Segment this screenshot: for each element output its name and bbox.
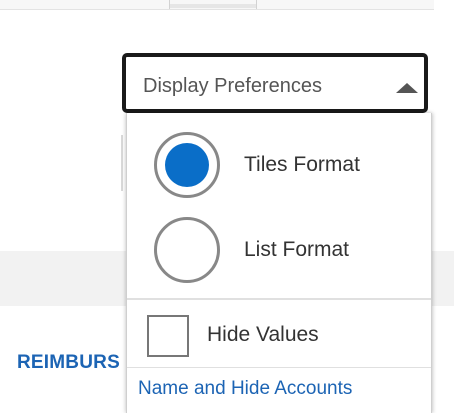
section-heading-reimbursements[interactable]: REIMBURS xyxy=(17,352,129,374)
background-divider xyxy=(121,135,123,191)
list-format-label: List Format xyxy=(244,238,350,261)
display-preferences-button[interactable]: Display Preferences xyxy=(122,53,428,113)
menu-divider xyxy=(127,298,431,300)
display-preferences-menu: Tiles Format List Format Hide Values Nam… xyxy=(126,113,432,413)
list-format-option[interactable]: List Format xyxy=(127,209,431,289)
hide-values-label: Hide Values xyxy=(207,323,319,346)
name-and-hide-accounts-link[interactable]: Name and Hide Accounts xyxy=(138,378,352,400)
display-preferences-label: Display Preferences xyxy=(143,75,322,97)
menu-divider-bottom xyxy=(127,367,431,368)
list-format-radio[interactable] xyxy=(154,217,220,283)
top-scroll-indicator xyxy=(170,4,256,8)
radio-selected-dot xyxy=(165,143,209,187)
top-divider-right xyxy=(256,0,257,9)
hide-values-option[interactable]: Hide Values xyxy=(127,308,431,358)
tiles-format-option[interactable]: Tiles Format xyxy=(127,124,431,204)
tiles-format-radio[interactable] xyxy=(154,132,220,198)
tiles-format-label: Tiles Format xyxy=(244,153,360,176)
hide-values-checkbox[interactable] xyxy=(147,315,189,357)
caret-up-icon xyxy=(396,83,418,93)
